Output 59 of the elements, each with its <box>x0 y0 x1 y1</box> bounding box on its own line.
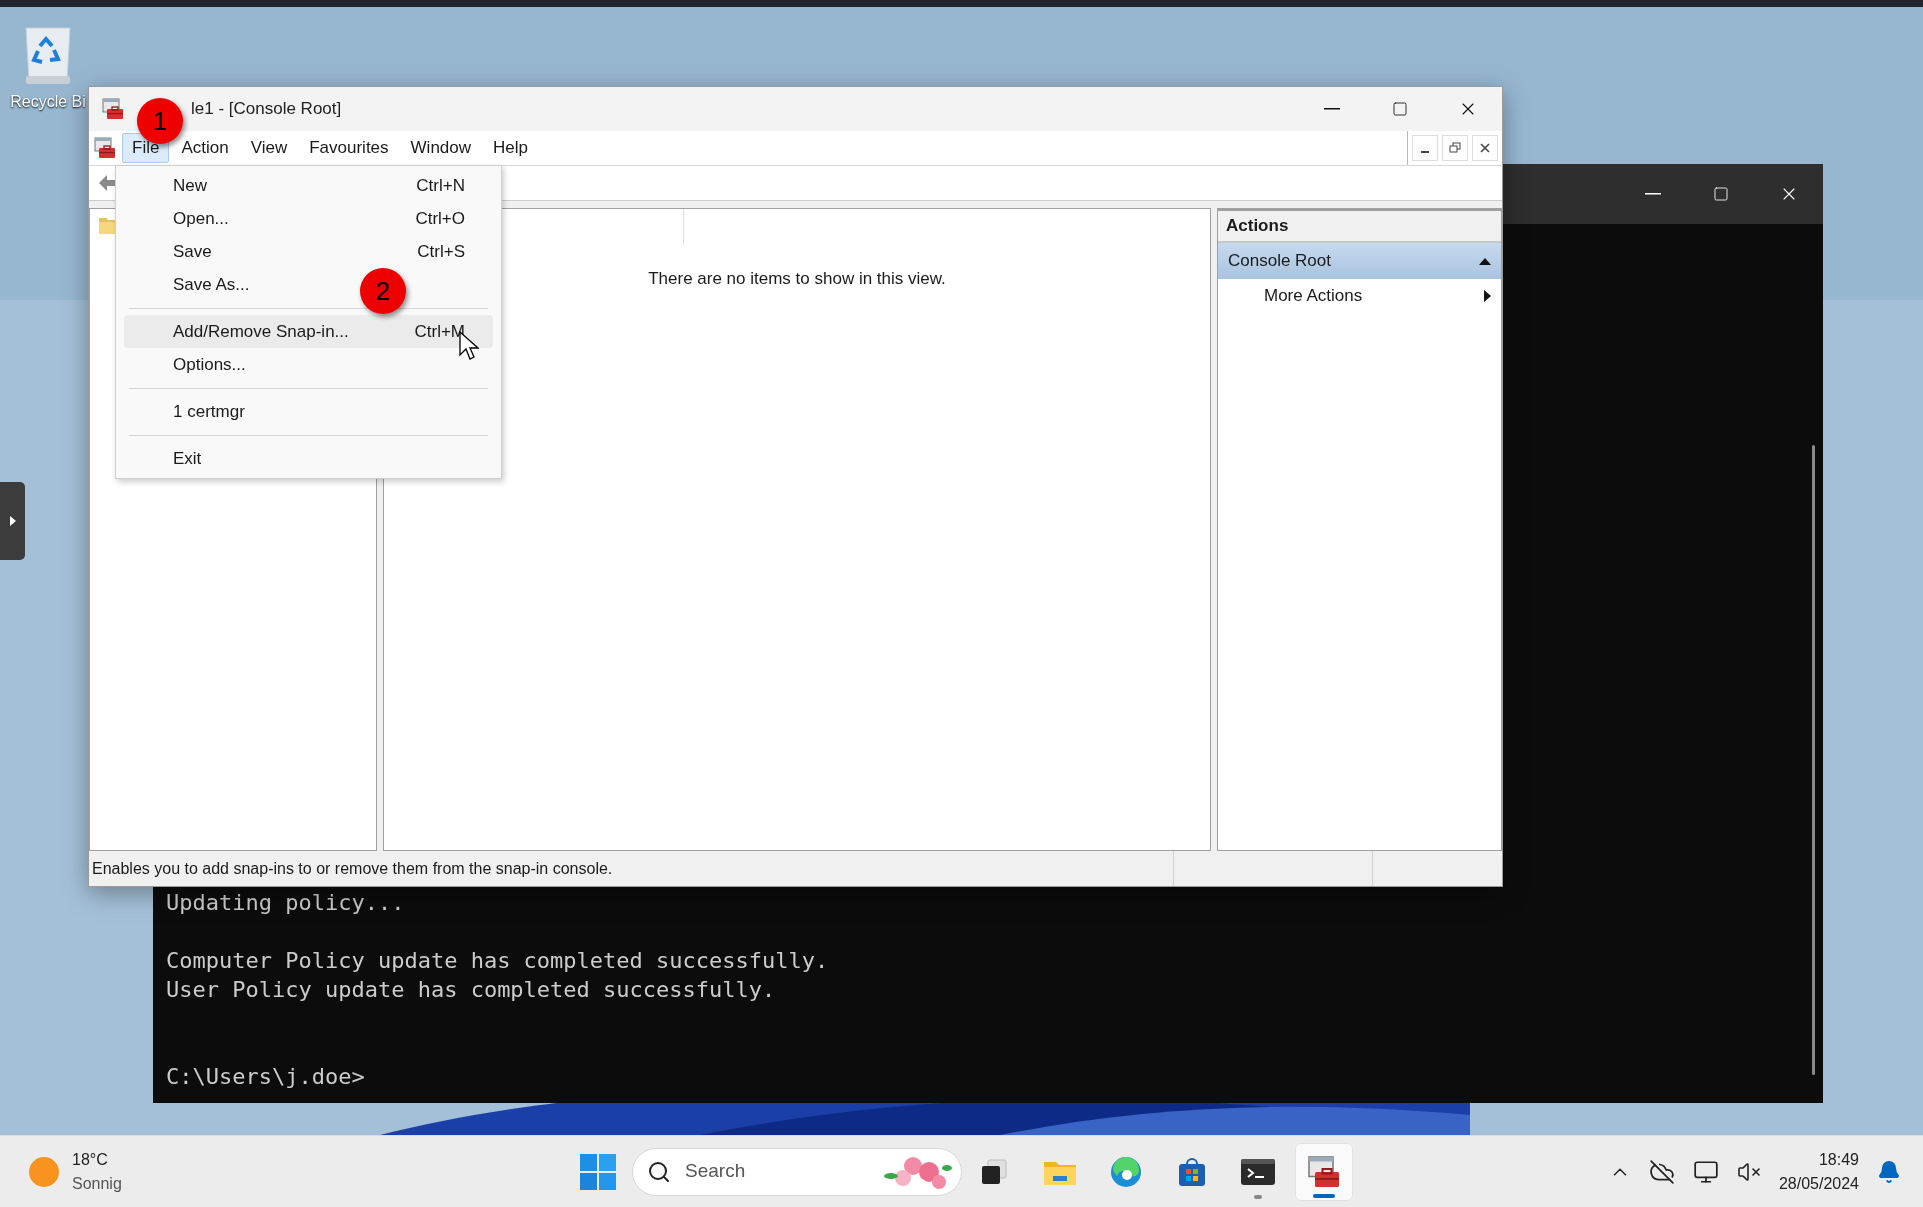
expand-icon <box>8 516 17 526</box>
empty-view-message: There are no items to show in this view. <box>648 268 946 290</box>
menu-option[interactable]: Add/Remove Snap-in... Ctrl+M <box>124 315 493 348</box>
window-title: le1 - [Console Root] <box>191 98 342 121</box>
store-icon <box>1176 1155 1208 1188</box>
menu-item[interactable]: Window <box>409 138 473 158</box>
shortcut-text: Ctrl+S <box>417 240 465 263</box>
toolbox-icon <box>1306 1153 1342 1190</box>
shortcut-text: Ctrl+N <box>416 174 465 197</box>
weather-condition: Sonnig <box>72 1173 122 1194</box>
minimize-icon <box>1324 108 1340 110</box>
temperature: 18°C <box>72 1149 109 1170</box>
sun-icon[interactable] <box>28 1155 60 1188</box>
close-icon <box>1480 143 1490 153</box>
app-icon <box>101 97 125 121</box>
actions-header: Actions <box>1218 211 1501 243</box>
menu-item[interactable]: Help <box>492 138 529 158</box>
menu-option[interactable]: 1 certmgr <box>173 398 245 425</box>
notification-icon[interactable] <box>1877 1159 1901 1184</box>
side-panel-handle[interactable] <box>0 482 25 560</box>
status-text: Enables you to add snap-ins to or remove them from the snap-in console. <box>91 858 614 879</box>
search-box[interactable]: Search <box>632 1147 962 1196</box>
menu-item[interactable]: Action <box>180 138 230 158</box>
more-actions-link[interactable]: More Actions <box>1218 279 1501 313</box>
console-menu-icon[interactable] <box>93 136 117 160</box>
terminal-output-line: Computer Policy update has completed successfully. <box>166 947 829 975</box>
terminal-output-line: User Policy update has completed successfully. <box>166 976 776 1004</box>
menu-option[interactable]: Options... <box>173 351 246 378</box>
browser-icon <box>1109 1154 1143 1189</box>
clock[interactable]: 18:49 28/05/2024 <box>1778 1147 1859 1196</box>
terminal-output-line: Updating policy... <box>166 889 405 917</box>
minimize-icon <box>1645 193 1661 195</box>
child-minimize-button[interactable] <box>1412 135 1438 161</box>
menu-option[interactable]: Open... Ctrl+O <box>124 202 493 235</box>
network-icon[interactable] <box>1692 1158 1719 1185</box>
menu-option[interactable]: Save Ctrl+S <box>124 235 493 268</box>
terminal-icon <box>1240 1156 1276 1187</box>
shortcut-text: Ctrl+M <box>414 320 465 343</box>
cloud-off-icon[interactable] <box>1648 1158 1675 1185</box>
maximize-icon <box>1713 186 1729 202</box>
running-indicator <box>1254 1194 1262 1199</box>
submenu-arrow-icon <box>1484 290 1491 302</box>
minimize-icon <box>1421 151 1429 153</box>
menu-option[interactable]: Save As... <box>173 271 250 298</box>
menu-item[interactable]: Favourites <box>308 138 390 158</box>
maximize-icon <box>1392 101 1408 117</box>
restore-icon <box>1449 142 1461 154</box>
collapse-icon <box>1479 257 1491 265</box>
search-icon <box>647 1159 671 1184</box>
windows-logo-icon <box>580 1153 616 1190</box>
command-prompt: C:\Users\j.doe> <box>166 1063 365 1091</box>
shortcut-text: Ctrl+O <box>415 207 465 230</box>
scrollbar[interactable] <box>1812 445 1815 1075</box>
running-indicator <box>1313 1193 1335 1198</box>
menu-item[interactable]: View <box>249 138 289 158</box>
menu-option[interactable]: Exit <box>173 445 202 472</box>
child-close-button[interactable] <box>1472 135 1498 161</box>
taskbar-app-button[interactable] <box>1295 1142 1353 1201</box>
actions-group-header[interactable]: Console Root <box>1218 243 1501 279</box>
